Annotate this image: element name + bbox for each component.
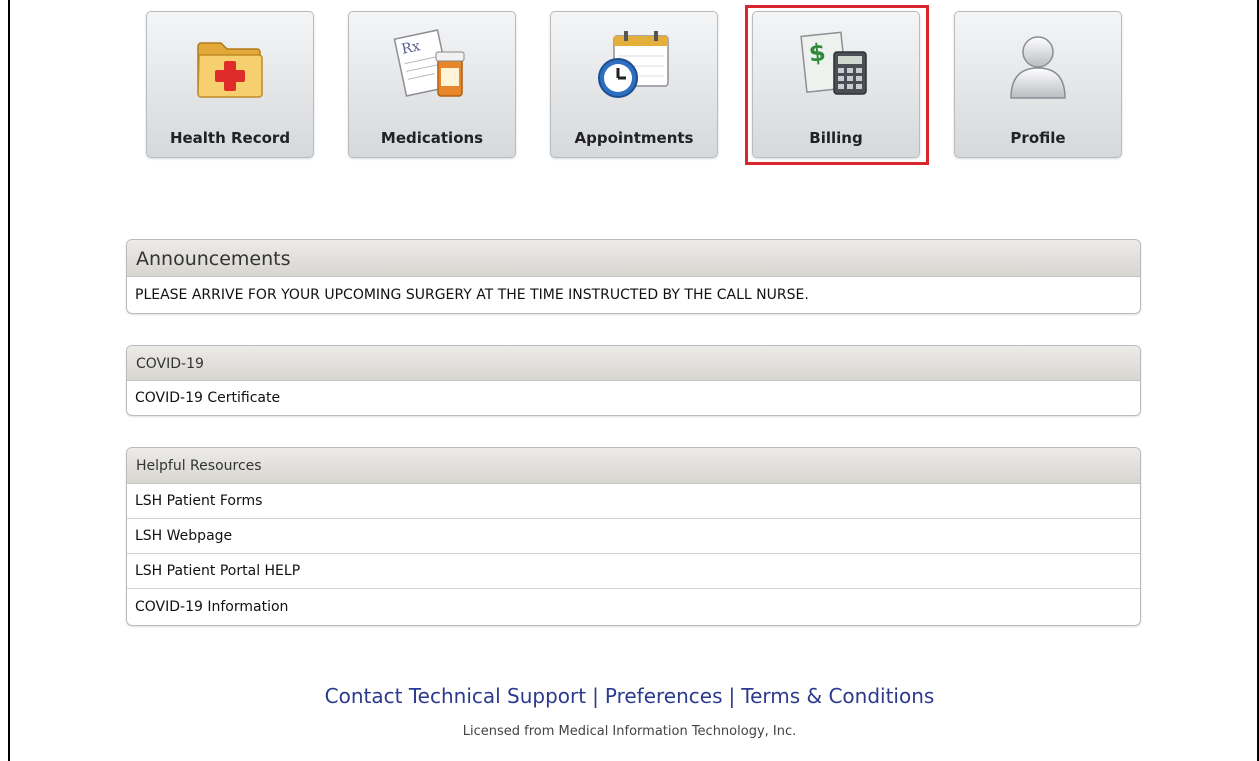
covid-certificate-link[interactable]: COVID-19 Certificate — [127, 381, 1140, 415]
footer-separator: | — [592, 684, 599, 708]
list-item-label: LSH Patient Forms — [135, 493, 263, 509]
nav-tile-label: Medications — [380, 129, 484, 147]
list-item-label: LSH Patient Portal HELP — [135, 563, 301, 579]
list-item-label: LSH Webpage — [135, 528, 233, 544]
resource-link-webpage[interactable]: LSH Webpage — [127, 519, 1140, 554]
footer-links: Contact Technical Support | Preferences | Te… — [0, 684, 1259, 708]
resource-link-covid-information[interactable]: COVID-19 Information — [127, 589, 1140, 624]
nav-tile-label: Appointments — [574, 129, 694, 147]
resource-link-patient-forms[interactable]: LSH Patient Forms — [127, 484, 1140, 519]
helpful-resources-title: Helpful Resources — [127, 448, 1140, 484]
terms-conditions-link[interactable]: Terms & Conditions — [741, 684, 934, 708]
nav-tile-label: Health Record — [169, 129, 291, 147]
covid-title: COVID-19 — [127, 346, 1140, 381]
nav-tile-health-record[interactable]: Health Record — [146, 11, 314, 158]
list-item-label: COVID-19 Certificate — [135, 390, 281, 406]
folder-medical-icon — [147, 26, 313, 106]
announcements-panel: Announcements PLEASE ARRIVE FOR YOUR UPC… — [126, 239, 1141, 314]
contact-technical-support-link[interactable]: Contact Technical Support — [325, 684, 586, 708]
nav-tile-appointments[interactable]: Appointments — [550, 11, 718, 158]
announcement-text: PLEASE ARRIVE FOR YOUR UPCOMING SURGERY … — [135, 287, 809, 303]
announcements-title: Announcements — [127, 240, 1140, 277]
prescription-icon: Rx — [349, 26, 515, 106]
footer-separator: | — [728, 684, 736, 708]
nav-tile-profile[interactable]: Profile — [954, 11, 1122, 158]
preferences-link[interactable]: Preferences — [605, 684, 723, 708]
list-item-label: COVID-19 Information — [135, 598, 289, 615]
user-profile-icon — [955, 26, 1121, 106]
nav-tile-label: Profile — [1010, 129, 1066, 147]
covid-panel: COVID-19 COVID-19 Certificate — [126, 345, 1141, 416]
helpful-resources-panel: Helpful Resources LSH Patient Forms LSH … — [126, 447, 1141, 626]
announcement-item: PLEASE ARRIVE FOR YOUR UPCOMING SURGERY … — [127, 277, 1140, 313]
selected-tile-highlight — [745, 5, 929, 165]
calendar-clock-icon — [551, 26, 717, 106]
license-text: Licensed from Medical Information Techno… — [462, 724, 797, 739]
nav-tile-medications[interactable]: Rx Medications — [348, 11, 516, 158]
resource-link-portal-help[interactable]: LSH Patient Portal HELP — [127, 554, 1140, 589]
